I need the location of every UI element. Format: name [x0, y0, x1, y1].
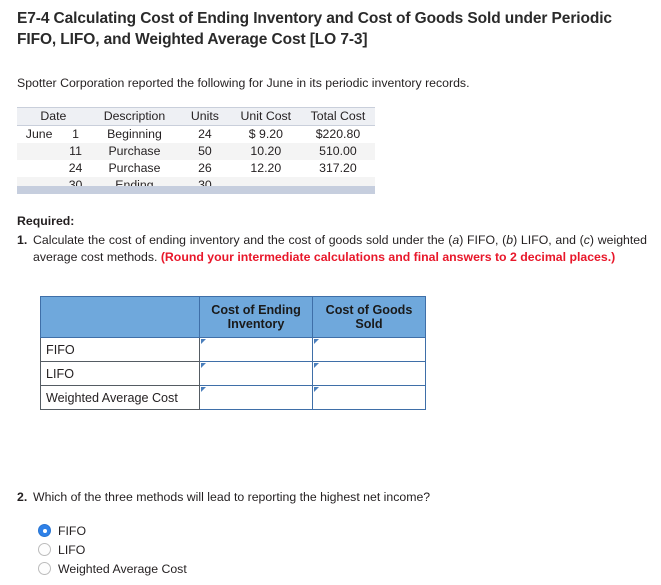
required-label: Required: — [17, 214, 75, 228]
column-header-units: Units — [179, 107, 231, 126]
inventory-data-table: Date Description Units Unit Cost Total C… — [17, 107, 375, 194]
cell-day: 1 — [72, 127, 79, 141]
cell-unit-cost: $ 9.20 — [248, 127, 283, 141]
req1-text-before: Calculate the cost of ending inventory a… — [33, 233, 453, 247]
option-fifo[interactable]: FIFO — [38, 521, 338, 540]
cell-day: 11 — [61, 143, 90, 160]
input-lifo-ending-inventory[interactable] — [199, 361, 313, 386]
cell-units: 26 — [198, 161, 212, 175]
table-footer-bar — [17, 186, 375, 194]
cell-marker-icon — [314, 387, 319, 392]
column-header-total-cost: Total Cost — [300, 107, 375, 126]
input-fifo-ending-inventory[interactable] — [199, 337, 313, 362]
input-weighted-average-goods-sold[interactable] — [312, 385, 426, 410]
page-title: E7-4 Calculating Cost of Ending Inventor… — [17, 10, 612, 48]
column-header-unit-cost: Unit Cost — [230, 107, 301, 126]
cell-total-cost: 510.00 — [300, 143, 375, 160]
cell-marker-icon — [314, 363, 319, 368]
answer-entry-table: Cost of Ending Inventory Cost of Goods S… — [40, 296, 426, 410]
radio-weighted-average-icon[interactable] — [38, 562, 51, 575]
answer-row-label-fifo: FIFO — [40, 337, 200, 362]
req1-text-b: ) LIFO, and ( — [513, 233, 584, 247]
cell-units: 24 — [198, 127, 212, 141]
cell-marker-icon — [201, 339, 206, 344]
input-lifo-goods-sold[interactable] — [312, 361, 426, 386]
cell-marker-icon — [314, 339, 319, 344]
answer-row-label-weighted-average: Weighted Average Cost — [40, 385, 200, 410]
cell-unit-cost: 10.20 — [230, 143, 301, 160]
question-2-text: Which of the three methods will lead to … — [33, 490, 431, 504]
required-item-1-text: Calculate the cost of ending inventory a… — [33, 232, 647, 265]
table-row: 24 Purchase 26 12.20 317.20 — [17, 160, 375, 177]
cell-month: June — [25, 127, 53, 141]
answer-column-header-goods-sold: Cost of Goods Sold — [312, 296, 426, 338]
answer-table-header-row: Cost of Ending Inventory Cost of Goods S… — [40, 296, 426, 338]
answer-table-row-lifo: LIFO — [40, 361, 426, 386]
table-header-row: Date Description Units Unit Cost Total C… — [17, 107, 375, 126]
answer-table-row-weighted-average: Weighted Average Cost — [40, 385, 426, 410]
input-fifo-goods-sold[interactable] — [312, 337, 426, 362]
input-weighted-average-ending-inventory[interactable] — [199, 385, 313, 410]
cell-day: 24 — [68, 161, 83, 175]
question-2-options: FIFO LIFO Weighted Average Cost — [38, 521, 338, 578]
question-2: 2. Which of the three methods will lead … — [17, 489, 617, 505]
radio-fifo-icon[interactable] — [38, 524, 51, 537]
column-header-description: Description — [89, 107, 180, 126]
answer-table-corner — [40, 296, 200, 338]
cell-units: 50 — [179, 143, 231, 160]
answer-row-label-lifo: LIFO — [40, 361, 200, 386]
radio-lifo-icon[interactable] — [38, 543, 51, 556]
rounding-note: (Round your intermediate calculations an… — [160, 249, 616, 264]
option-weighted-average-cost[interactable]: Weighted Average Cost — [38, 559, 338, 578]
cell-description: Purchase — [89, 143, 180, 160]
cell-description: Purchase — [108, 161, 161, 175]
cell-month — [17, 143, 62, 160]
cell-unit-cost: 12.20 — [250, 161, 282, 175]
cell-month — [17, 160, 61, 177]
intro-paragraph: Spotter Corporation reported the followi… — [17, 76, 470, 90]
answer-column-header-ending-inventory: Cost of Ending Inventory — [199, 296, 313, 338]
table-row: 11 Purchase 50 10.20 510.00 — [17, 143, 375, 160]
cell-description: Beginning — [107, 127, 162, 141]
question-2-number: 2. — [17, 490, 28, 504]
answer-table-row-fifo: FIFO — [40, 337, 426, 362]
req1-text-a: ) FIFO, ( — [459, 233, 507, 247]
table-row: June 1 Beginning 24 $ 9.20 $220.80 — [17, 126, 375, 144]
cell-marker-icon — [201, 387, 206, 392]
column-header-date: Date — [17, 107, 90, 126]
required-item-1: 1. Calculate the cost of ending inventor… — [17, 232, 647, 265]
cell-total-cost: $220.80 — [315, 127, 361, 141]
cell-total-cost: 317.20 — [319, 161, 357, 175]
option-label-fifo: FIFO — [58, 523, 87, 538]
option-label-lifo: LIFO — [58, 542, 86, 557]
cell-marker-icon — [201, 363, 206, 368]
required-item-1-number: 1. — [17, 233, 28, 247]
option-lifo[interactable]: LIFO — [38, 540, 338, 559]
option-label-weighted-average-cost: Weighted Average Cost — [58, 561, 187, 576]
